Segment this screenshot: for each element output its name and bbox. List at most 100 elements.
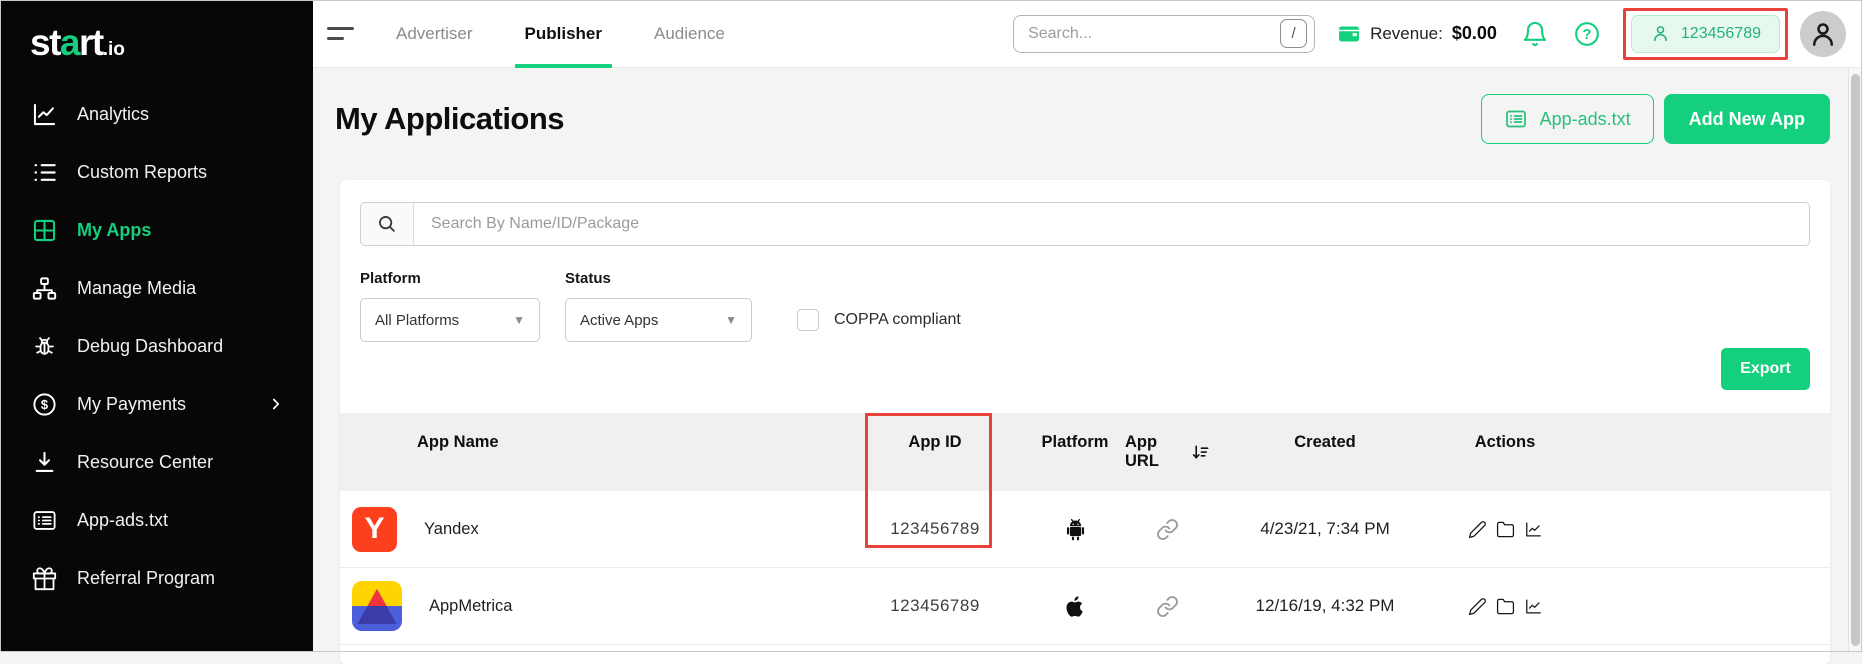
dollar-circle-icon: $ <box>31 391 58 418</box>
android-platform-icon <box>1025 516 1125 543</box>
global-search-input[interactable] <box>1028 25 1280 43</box>
chart-icon[interactable] <box>1524 597 1543 616</box>
platform-filter-label: Platform <box>360 270 540 287</box>
apps-search-bar <box>360 202 1810 246</box>
column-header-created: Created <box>1210 433 1440 452</box>
coppa-label: COPPA compliant <box>834 311 961 329</box>
revenue-value: $0.00 <box>1452 23 1497 44</box>
applications-card: Platform All Platforms ▼ Status Active A… <box>340 180 1830 664</box>
main-content: My Applications App-ads.txt Add New App … <box>313 68 1848 652</box>
chevron-right-icon <box>267 395 285 413</box>
slash-shortcut-key: / <box>1280 19 1307 48</box>
avatar[interactable] <box>1800 11 1846 57</box>
annotation-box-user-id: 123456789 <box>1623 8 1788 60</box>
scrollbar <box>1848 68 1862 652</box>
coppa-checkbox[interactable] <box>797 309 819 331</box>
folder-icon[interactable] <box>1496 520 1515 539</box>
scrollbar-thumb[interactable] <box>1851 74 1860 646</box>
export-button[interactable]: Export <box>1721 348 1810 390</box>
help-icon[interactable]: ? <box>1573 20 1601 48</box>
app-ads-txt-button-label: App-ads.txt <box>1540 109 1631 130</box>
search-icon[interactable] <box>361 203 414 245</box>
sidebar-item-referral-program[interactable]: Referral Program <box>0 549 313 607</box>
hamburger-menu-icon[interactable] <box>327 27 354 39</box>
apple-platform-icon <box>1025 594 1125 619</box>
status-select[interactable]: Active Apps ▼ <box>565 298 752 342</box>
svg-text:?: ? <box>1582 26 1591 42</box>
page-header-actions: App-ads.txt Add New App <box>1481 94 1830 144</box>
app-id: 123456789 <box>845 596 1025 616</box>
logo-suffix: .io <box>103 39 125 60</box>
logo-accent-letter: a <box>60 22 79 63</box>
created-date: 4/23/21, 7:34 PM <box>1210 519 1440 539</box>
sidebar: start.io Analytics Custom Reports My App… <box>0 0 313 652</box>
status-filter-label: Status <box>565 270 752 287</box>
grid-icon <box>31 217 58 244</box>
filters-row: Platform All Platforms ▼ Status Active A… <box>360 270 1810 342</box>
sidebar-item-resource-center[interactable]: Resource Center <box>0 433 313 491</box>
chart-icon[interactable] <box>1524 520 1543 539</box>
applications-table: App Name App ID Platform App URL Created… <box>340 413 1830 645</box>
list-icon <box>31 159 58 186</box>
add-new-app-button[interactable]: Add New App <box>1664 94 1830 144</box>
sidebar-item-label: My Payments <box>77 394 186 415</box>
wallet-icon <box>1337 22 1361 46</box>
topbar-tabs: Advertiser Publisher Audience <box>370 0 751 67</box>
sidebar-item-label: App-ads.txt <box>77 510 168 531</box>
revenue-indicator: Revenue: $0.00 <box>1337 22 1497 46</box>
user-id-value: 123456789 <box>1681 25 1761 43</box>
svg-text:$: $ <box>41 397 48 412</box>
column-header-app-url[interactable]: App URL <box>1125 433 1210 471</box>
logo-text: st <box>30 22 60 63</box>
sidebar-item-my-apps[interactable]: My Apps <box>0 201 313 259</box>
table-row[interactable]: AppMetrica 123456789 12/16/19, 4:32 PM <box>340 568 1830 645</box>
list-box-icon <box>1504 107 1528 131</box>
sort-icon[interactable] <box>1191 443 1210 462</box>
sidebar-nav: Analytics Custom Reports My Apps Manage … <box>0 85 313 607</box>
chevron-down-icon: ▼ <box>513 313 525 327</box>
tab-advertiser[interactable]: Advertiser <box>370 0 499 67</box>
logo-text-2: rt <box>79 22 103 63</box>
yandex-app-logo: Y <box>352 507 397 552</box>
created-date: 12/16/19, 4:32 PM <box>1210 596 1440 616</box>
app-url-link-icon[interactable] <box>1125 518 1210 541</box>
tab-publisher[interactable]: Publisher <box>499 0 628 67</box>
edit-pencil-icon[interactable] <box>1468 520 1487 539</box>
sidebar-item-label: Resource Center <box>77 452 213 473</box>
tab-audience[interactable]: Audience <box>628 0 751 67</box>
topbar: Advertiser Publisher Audience / Revenue:… <box>313 0 1862 68</box>
folder-icon[interactable] <box>1496 597 1515 616</box>
coppa-filter: COPPA compliant <box>797 309 961 331</box>
sidebar-item-my-payments[interactable]: $ My Payments <box>0 375 313 433</box>
column-header-app-url-label: App URL <box>1125 433 1183 471</box>
sidebar-item-debug-dashboard[interactable]: Debug Dashboard <box>0 317 313 375</box>
apps-search-input[interactable] <box>414 203 1809 245</box>
app-name: Yandex <box>424 520 479 539</box>
edit-pencil-icon[interactable] <box>1468 597 1487 616</box>
gift-icon <box>31 565 58 592</box>
sidebar-item-app-ads[interactable]: App-ads.txt <box>0 491 313 549</box>
column-header-app-id: App ID <box>845 433 1025 452</box>
notifications-bell-icon[interactable] <box>1521 20 1549 48</box>
bug-icon <box>31 333 58 360</box>
sidebar-item-manage-media[interactable]: Manage Media <box>0 259 313 317</box>
sidebar-item-label: Referral Program <box>77 568 215 589</box>
sidebar-item-custom-reports[interactable]: Custom Reports <box>0 143 313 201</box>
person-icon <box>1650 23 1671 44</box>
sidebar-item-analytics[interactable]: Analytics <box>0 85 313 143</box>
sidebar-item-label: Custom Reports <box>77 162 207 183</box>
platform-select[interactable]: All Platforms ▼ <box>360 298 540 342</box>
startio-logo[interactable]: start.io <box>0 0 313 61</box>
sidebar-item-label: Debug Dashboard <box>77 336 223 357</box>
table-row[interactable]: Y Yandex 123456789 4/23/21, 7:34 PM <box>340 491 1830 568</box>
user-id-chip[interactable]: 123456789 <box>1631 15 1780 53</box>
line-chart-icon <box>31 101 58 128</box>
column-header-actions: Actions <box>1440 433 1570 452</box>
app-url-link-icon[interactable] <box>1125 595 1210 618</box>
page-title: My Applications <box>335 101 564 137</box>
revenue-label: Revenue: <box>1370 24 1443 44</box>
chevron-down-icon: ▼ <box>725 313 737 327</box>
sidebar-item-label: Manage Media <box>77 278 196 299</box>
app-ads-txt-button[interactable]: App-ads.txt <box>1481 94 1654 144</box>
column-header-app-name: App Name <box>340 433 845 452</box>
